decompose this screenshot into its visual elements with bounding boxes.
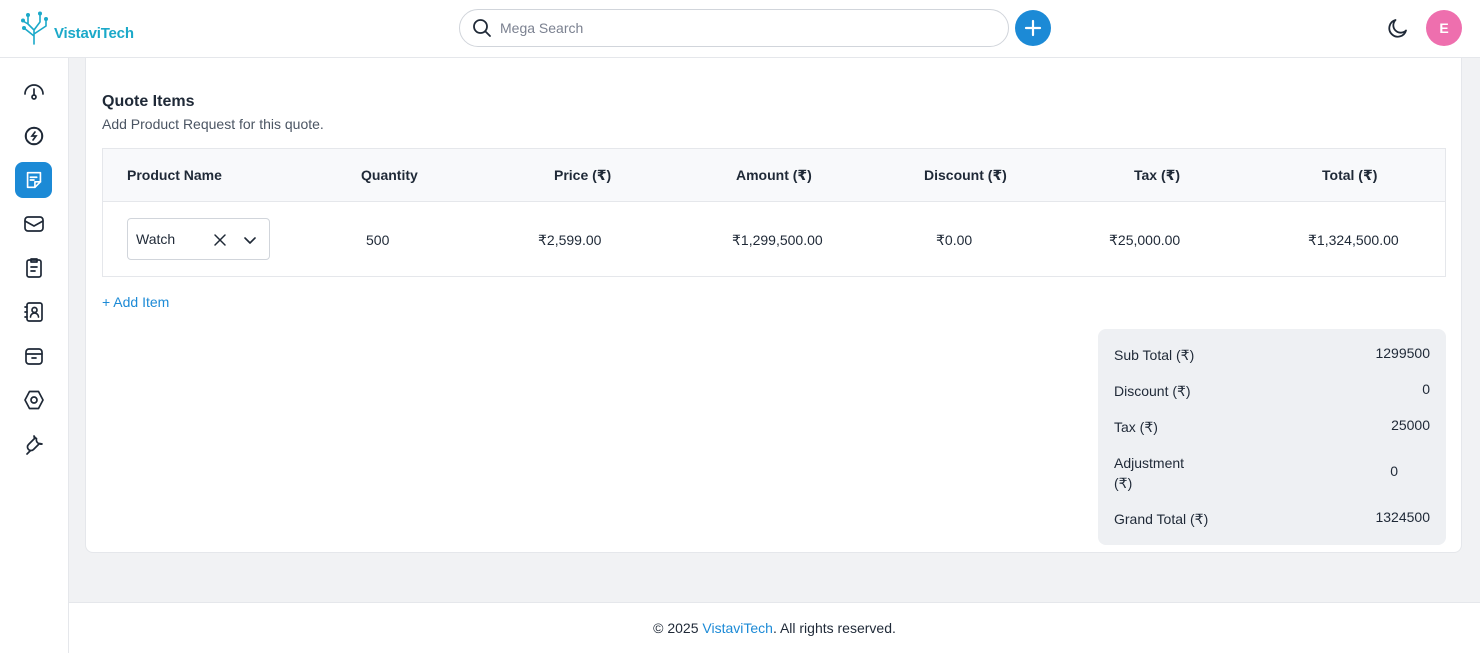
product-select-value: Watch xyxy=(136,231,176,247)
adjustment-label: Adjustment (₹) xyxy=(1114,453,1184,493)
column-header-price: Price (₹) xyxy=(554,167,612,183)
sidebar xyxy=(0,58,69,653)
sidebar-item-dashboard[interactable] xyxy=(15,74,52,110)
tax-label: Tax (₹) xyxy=(1114,419,1158,435)
cell-price: ₹2,599.00 xyxy=(538,232,602,248)
cell-amount: ₹1,299,500.00 xyxy=(732,232,823,248)
wrench-icon xyxy=(25,435,43,455)
search-input[interactable] xyxy=(500,20,980,36)
footer-brand-link[interactable]: VistaviTech xyxy=(702,620,773,636)
column-header-amount: Amount (₹) xyxy=(736,167,812,183)
moon-icon xyxy=(1388,19,1407,38)
grand-total-label: Grand Total (₹) xyxy=(1114,511,1209,527)
document-icon xyxy=(25,258,42,278)
table-header: Product Name Quantity Price (₹) Amount (… xyxy=(103,149,1445,202)
dropdown-toggle[interactable] xyxy=(242,232,258,253)
integrations-icon xyxy=(24,126,43,146)
mega-search-bar[interactable] xyxy=(459,9,1009,47)
dashboard-gauge-icon xyxy=(23,84,44,100)
quote-summary-panel: Sub Total (₹) 1299500 Discount (₹) 0 Tax… xyxy=(1098,329,1446,545)
theme-toggle-button[interactable] xyxy=(1386,16,1410,45)
quote-items-table: Product Name Quantity Price (₹) Amount (… xyxy=(102,148,1446,277)
sidebar-item-notes[interactable] xyxy=(15,162,52,198)
column-header-total: Total (₹) xyxy=(1322,167,1378,183)
column-header-product-name: Product Name xyxy=(127,167,222,183)
user-avatar[interactable]: E xyxy=(1426,10,1462,46)
mail-icon xyxy=(23,216,44,232)
top-bar: VistaviTech E xyxy=(0,0,1480,58)
adjustment-value: 0 xyxy=(1390,463,1398,479)
sidebar-item-contacts[interactable] xyxy=(15,294,52,330)
column-header-tax: Tax (₹) xyxy=(1134,167,1181,183)
archive-icon xyxy=(24,348,43,365)
cell-quantity: 500 xyxy=(366,232,390,248)
copyright-prefix: © 2025 xyxy=(653,620,703,636)
cell-total: ₹1,324,500.00 xyxy=(1308,232,1399,248)
add-item-button[interactable]: + Add Item xyxy=(102,294,169,310)
contacts-icon xyxy=(23,302,43,322)
footer: © 2025 VistaviTech. All rights reserved. xyxy=(69,602,1480,653)
column-header-discount: Discount (₹) xyxy=(924,167,1007,183)
sidebar-item-tools[interactable] xyxy=(15,426,52,462)
tax-value: 25000 xyxy=(1391,417,1430,433)
product-select[interactable]: Watch xyxy=(127,218,270,260)
discount-value: 0 xyxy=(1422,381,1430,397)
sub-total-label: Sub Total (₹) xyxy=(1114,347,1195,363)
sidebar-item-settings[interactable] xyxy=(15,382,52,418)
clear-selection-button[interactable] xyxy=(212,232,228,253)
sub-total-value: 1299500 xyxy=(1375,345,1430,361)
sidebar-item-archive[interactable] xyxy=(15,338,52,374)
close-icon xyxy=(214,234,226,246)
copyright-suffix: . All rights reserved. xyxy=(772,620,896,636)
cell-discount: ₹0.00 xyxy=(936,232,973,248)
quote-items-card: Quote Items Add Product Request for this… xyxy=(85,58,1462,553)
sidebar-item-integrations[interactable] xyxy=(15,118,52,154)
section-subtitle: Add Product Request for this quote. xyxy=(102,116,324,132)
search-icon xyxy=(473,19,491,37)
sidebar-item-mail[interactable] xyxy=(15,206,52,242)
notes-icon xyxy=(26,171,41,189)
circuit-tree-logo-icon xyxy=(21,11,48,45)
discount-label: Discount (₹) xyxy=(1114,383,1191,399)
plus-icon xyxy=(1024,19,1042,37)
adjustment-label-line-1: Adjustment xyxy=(1114,455,1185,471)
grand-total-value: 1324500 xyxy=(1375,509,1430,525)
quick-add-button[interactable] xyxy=(1015,10,1051,46)
section-title: Quote Items xyxy=(102,93,195,110)
brand-name: VistaviTech xyxy=(54,24,134,42)
brand-logo[interactable]: VistaviTech xyxy=(20,10,134,46)
sidebar-item-documents[interactable] xyxy=(15,250,52,286)
cell-tax: ₹25,000.00 xyxy=(1109,232,1181,248)
settings-hexagon-icon xyxy=(23,390,44,410)
adjustment-label-line-2: (₹) xyxy=(1114,475,1133,491)
chevron-down-icon xyxy=(244,237,256,244)
column-header-quantity: Quantity xyxy=(361,167,418,183)
